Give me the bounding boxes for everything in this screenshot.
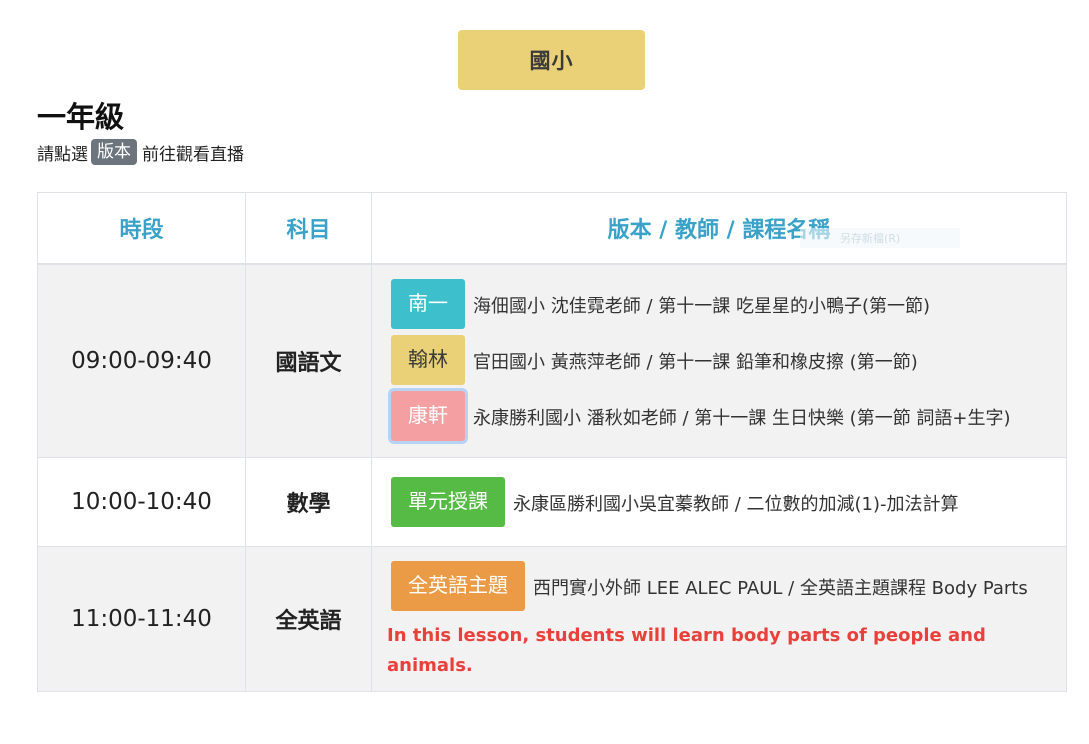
lesson-item: 南一 海佃國小 沈佳霓老師 / 第十一課 吃星星的小鴨子(第一節) [387,279,1056,335]
instruction-before: 請點選 [37,144,88,165]
time-cell: 11:00-11:40 [37,546,246,692]
ghost-context-menu-text: 另存新檔(R) [800,228,961,248]
schedule-table: 時段 科目 版本 / 教師 / 課程名稱 09:00-09:40 國語文 南一海… [37,192,1067,692]
subject-cell: 國語文 [245,263,372,458]
level-elementary-button[interactable]: 國小 [458,30,645,90]
version-tag-nanyi[interactable]: 南一 [391,279,465,329]
lesson-cell: 全英語主題 西門實小外師 LEE ALEC PAUL / 全英語主題課程 Body… [371,546,1067,692]
version-tag-hanlin[interactable]: 翰林 [391,335,465,385]
version-tag-english[interactable]: 全英語主題 [391,561,525,611]
instruction-text: 請點選 版本 前往觀看直播 [37,139,244,165]
time-cell: 10:00-10:40 [37,457,246,547]
header-lesson: 版本 / 教師 / 課程名稱 [371,192,1067,265]
lesson-item: 翰林 官田國小 黃燕萍老師 / 第十一課 鉛筆和橡皮擦 (第一節) [387,335,1056,391]
lesson-item: 康軒 永康勝利國小 潘秋如老師 / 第十一課 生日快樂 (第一節 詞語+生字) [387,391,1056,447]
lesson-note: In this lesson, students will learn body… [387,625,986,676]
table-row: 10:00-10:40 數學 單元授課 永康區勝利國小吳宜蓁教師 / 二位數的加減… [37,457,1067,547]
time-cell: 09:00-09:40 [37,263,246,458]
lesson-text: 永康勝利國小 潘秋如老師 / 第十一課 生日快樂 (第一節 詞語+生字) [473,408,1011,429]
lesson-cell: 單元授課 永康區勝利國小吳宜蓁教師 / 二位數的加減(1)-加法計算 [371,457,1067,547]
instruction-after: 前往觀看直播 [142,144,244,165]
lesson-item: 單元授課 永康區勝利國小吳宜蓁教師 / 二位數的加減(1)-加法計算 [387,477,1056,533]
lesson-text: 海佃國小 沈佳霓老師 / 第十一課 吃星星的小鴨子(第一節) [473,296,930,317]
page: 國小 一年級 請點選 版本 前往觀看直播 時段 科目 版本 / 教師 / 課程名… [0,0,1089,744]
lesson-text: 官田國小 黃燕萍老師 / 第十一課 鉛筆和橡皮擦 (第一節) [473,352,918,373]
grade-title: 一年級 [37,100,125,134]
version-tag-unit[interactable]: 單元授課 [391,477,505,527]
subject-cell: 數學 [245,457,372,547]
table-row: 11:00-11:40 全英語 全英語主題 西門實小外師 LEE ALEC PAU… [37,546,1067,692]
lesson-text: 西門實小外師 LEE ALEC PAUL / 全英語主題課程 Body Part… [533,578,1028,599]
lesson-cell: 南一 海佃國小 沈佳霓老師 / 第十一課 吃星星的小鴨子(第一節) 翰林 官田國小 … [371,263,1067,458]
header-subject: 科目 [245,192,372,265]
table-row: 09:00-09:40 國語文 南一 海佃國小 沈佳霓老師 / 第十一課 吃星星的… [37,263,1067,458]
header-time: 時段 [37,192,246,265]
version-tag-kangxuan[interactable]: 康軒 [391,391,465,441]
subject-cell: 全英語 [245,546,372,692]
version-chip: 版本 [91,139,137,165]
lesson-item: 全英語主題 西門實小外師 LEE ALEC PAUL / 全英語主題課程 Body… [387,561,1056,617]
lesson-text: 永康區勝利國小吳宜蓁教師 / 二位數的加減(1)-加法計算 [513,494,959,515]
